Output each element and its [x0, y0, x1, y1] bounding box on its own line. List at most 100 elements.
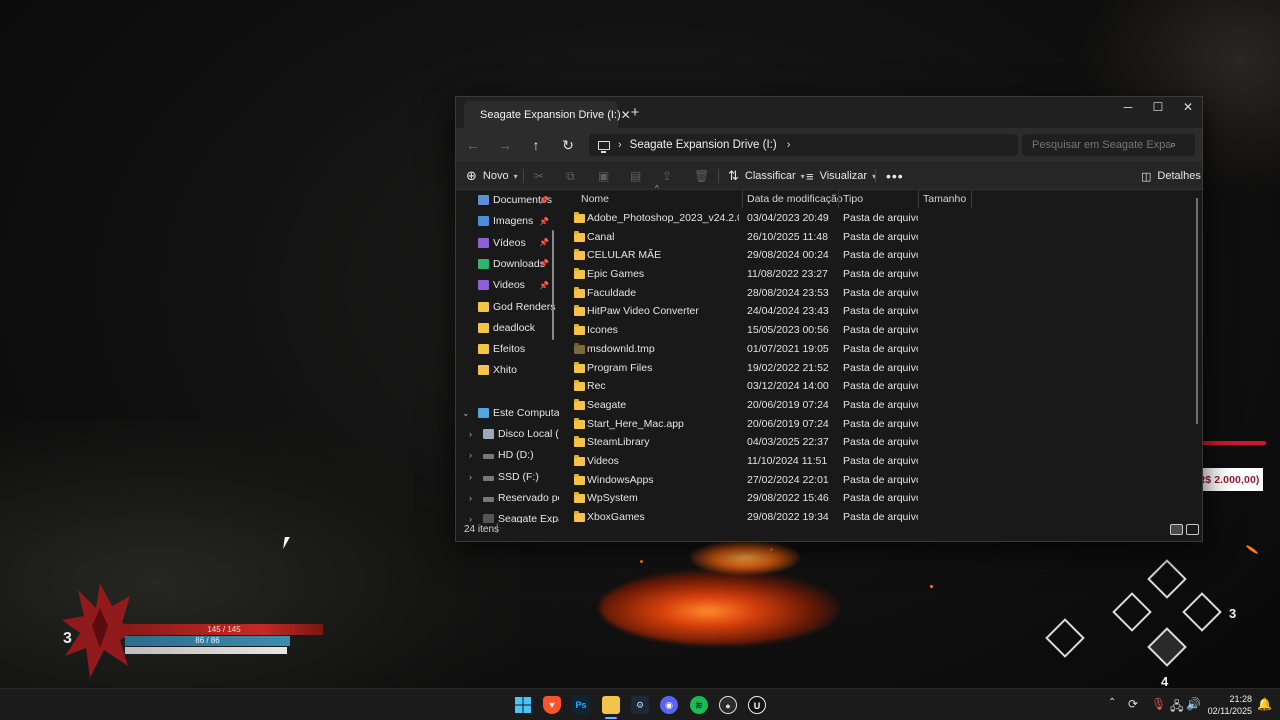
column-size[interactable]: Tamanho	[923, 190, 966, 208]
sidebar-item-label: deadlock	[493, 321, 536, 334]
file-explorer-window: Seagate Expansion Drive (I:) ✕ + ─ ☐ ✕ ←…	[455, 96, 1203, 542]
sidebar-item[interactable]: Videos 📌	[456, 275, 559, 295]
file-modified: 29/08/2024 00:24	[747, 249, 829, 262]
sidebar-item[interactable]: Xhito	[456, 360, 559, 380]
forward-arrow-icon[interactable]: →	[494, 134, 516, 156]
more-options-icon[interactable]: •••	[886, 165, 904, 187]
photoshop-icon[interactable]: Ps	[572, 696, 590, 714]
column-divider[interactable]	[742, 190, 743, 208]
sidebar-item[interactable]: › Reservado pelo	[456, 488, 559, 508]
table-row[interactable]: Epic Games 11/08/2022 23:27 Pasta de arqui…	[562, 265, 1198, 284]
sidebar-item[interactable]: Downloads 📌	[456, 254, 559, 274]
breadcrumb-drive[interactable]: Seagate Expansion Drive (I:)	[630, 139, 777, 151]
sidebar-item[interactable]: › HD (D:)	[456, 445, 559, 465]
chevron-up-icon[interactable]: ⌃	[1108, 697, 1116, 708]
sidebar-item[interactable]: God Renders	[456, 297, 559, 317]
copy-icon[interactable]: ⧉	[566, 165, 575, 187]
sort-button[interactable]: ⇅ Classificar ▾	[728, 165, 805, 187]
cut-icon[interactable]: ✂	[534, 165, 544, 187]
file-modified: 27/02/2024 22:01	[747, 473, 829, 486]
tiles-view-icon[interactable]	[1186, 524, 1199, 535]
file-modified: 03/12/2024 14:00	[747, 380, 829, 393]
delete-icon[interactable]: 🗑	[694, 165, 709, 187]
paste-icon[interactable]: ▣	[598, 165, 609, 187]
table-row[interactable]: HitPaw Video Converter 24/04/2024 23:43 Pa…	[562, 302, 1198, 321]
chevron-right-icon[interactable]: ›	[787, 139, 791, 151]
chevron-right-icon[interactable]: ›	[469, 429, 472, 439]
chevron-down-icon[interactable]: ⌄	[462, 408, 470, 419]
new-button[interactable]: ⊕ Novo ▾	[466, 165, 518, 187]
sidebar-item[interactable]: deadlock	[456, 318, 559, 338]
table-row[interactable]: Icones 15/05/2023 00:56 Pasta de arquivos	[562, 321, 1198, 340]
table-row[interactable]: msdownld.tmp 01/07/2021 19:05 Pasta de arq…	[562, 340, 1198, 359]
address-bar[interactable]: › Seagate Expansion Drive (I:) ›	[589, 134, 1018, 156]
folder-icon	[574, 436, 585, 448]
table-row[interactable]: WpSystem 29/08/2022 15:46 Pasta de arquivo…	[562, 489, 1198, 508]
column-divider[interactable]	[971, 190, 972, 208]
close-window-icon[interactable]: ✕	[1173, 97, 1203, 119]
system-clock[interactable]: 21:28 02/11/2025	[1200, 693, 1252, 717]
rename-icon[interactable]: ▤	[630, 165, 641, 187]
sidebar-item[interactable]: Efeitos	[456, 339, 559, 359]
view-button[interactable]: ≡ Visualizar ▾	[806, 165, 876, 187]
new-tab-icon[interactable]: +	[626, 104, 644, 122]
table-row[interactable]: CELULAR MÃE 29/08/2024 00:24 Pasta de arqu…	[562, 246, 1198, 265]
share-icon[interactable]: ⇪	[662, 165, 672, 187]
refresh-icon[interactable]: ↻	[557, 134, 579, 156]
sidebar-scrollbar[interactable]	[552, 230, 554, 340]
chevron-right-icon[interactable]: ›	[469, 472, 472, 482]
steam-icon[interactable]: ⚙	[631, 696, 649, 714]
column-type[interactable]: Tipo	[843, 190, 863, 208]
file-type: Pasta de arquivos	[843, 342, 918, 355]
up-arrow-icon[interactable]: ↑	[525, 134, 547, 156]
table-row[interactable]: Seagate 20/06/2019 07:24 Pasta de arquivos	[562, 396, 1198, 415]
column-divider[interactable]	[838, 190, 839, 208]
search-input[interactable]	[1022, 139, 1170, 151]
minimize-icon[interactable]: ─	[1113, 97, 1143, 119]
file-type: Pasta de arquivos	[843, 286, 918, 299]
network-icon[interactable]: 🖧	[1170, 697, 1183, 718]
discord-icon[interactable]: ◉	[660, 696, 678, 714]
search-box[interactable]: ⌕	[1022, 134, 1195, 156]
chevron-right-icon[interactable]: ›	[469, 450, 472, 460]
unreal-icon[interactable]: U	[748, 696, 766, 714]
content-scrollbar[interactable]	[1196, 198, 1198, 424]
volume-icon[interactable]: 🔊	[1186, 697, 1201, 711]
table-row[interactable]: Rec 03/12/2024 14:00 Pasta de arquivos	[562, 377, 1198, 396]
sidebar-item[interactable]: › SSD (F:)	[456, 467, 559, 487]
sidebar-item[interactable]: Documentos 📌	[456, 190, 559, 210]
sort-button-label: Classificar	[744, 170, 796, 182]
sidebar-item[interactable]: ⌄ Este Computador	[456, 403, 559, 423]
column-divider[interactable]	[918, 190, 919, 208]
spotify-icon[interactable]: ≋	[690, 696, 708, 714]
obs-icon[interactable]: ●	[719, 696, 737, 714]
details-view-icon[interactable]	[1170, 524, 1183, 535]
notification-icon[interactable]: 🔔	[1257, 697, 1272, 711]
table-row[interactable]: WindowsApps 27/02/2024 22:01 Pasta de arqu…	[562, 471, 1198, 490]
table-row[interactable]: Faculdade 28/08/2024 23:53 Pasta de arquiv…	[562, 284, 1198, 303]
column-name[interactable]: Nome	[581, 190, 609, 208]
table-row[interactable]: Program Files 19/02/2022 21:52 Pasta de ar…	[562, 359, 1198, 378]
table-row[interactable]: Start_Here_Mac.app 20/06/2019 07:24 Pasta …	[562, 415, 1198, 434]
table-row[interactable]: Canal 26/10/2025 11:48 Pasta de arquivos	[562, 228, 1198, 247]
column-modified[interactable]: Data de modificação	[747, 190, 843, 208]
maximize-icon[interactable]: ☐	[1143, 97, 1173, 119]
microphone-tray-icon[interactable]: 🎙	[1151, 697, 1166, 711]
table-row[interactable]: SteamLibrary 04/03/2025 22:37 Pasta de arq…	[562, 433, 1198, 452]
tab-seagate[interactable]: Seagate Expansion Drive (I:) ✕	[464, 101, 631, 128]
table-row[interactable]: Videos 11/10/2024 11:51 Pasta de arquivos	[562, 452, 1198, 471]
brave-icon[interactable]: ▼	[543, 696, 561, 714]
search-icon[interactable]: ⌕	[1170, 139, 1176, 152]
file-explorer-icon[interactable]	[602, 696, 620, 714]
chevron-right-icon[interactable]: ›	[618, 139, 622, 151]
details-button[interactable]: ◫ Detalhes	[1141, 165, 1201, 187]
sidebar-item[interactable]: Imagens 📌	[456, 211, 559, 231]
chevron-right-icon[interactable]: ›	[469, 493, 472, 503]
sidebar-item[interactable]: › Disco Local (C:)	[456, 424, 559, 444]
sidebar-item[interactable]: Vídeos 📌	[456, 233, 559, 253]
windows-start-icon[interactable]	[514, 696, 532, 714]
table-row[interactable]: Adobe_Photoshop_2023_v24.2.0.315 03/04/20…	[562, 209, 1198, 228]
file-type: Pasta de arquivos	[843, 473, 918, 486]
back-arrow-icon[interactable]: ←	[462, 134, 484, 156]
sync-icon[interactable]: ⟳	[1128, 697, 1138, 711]
